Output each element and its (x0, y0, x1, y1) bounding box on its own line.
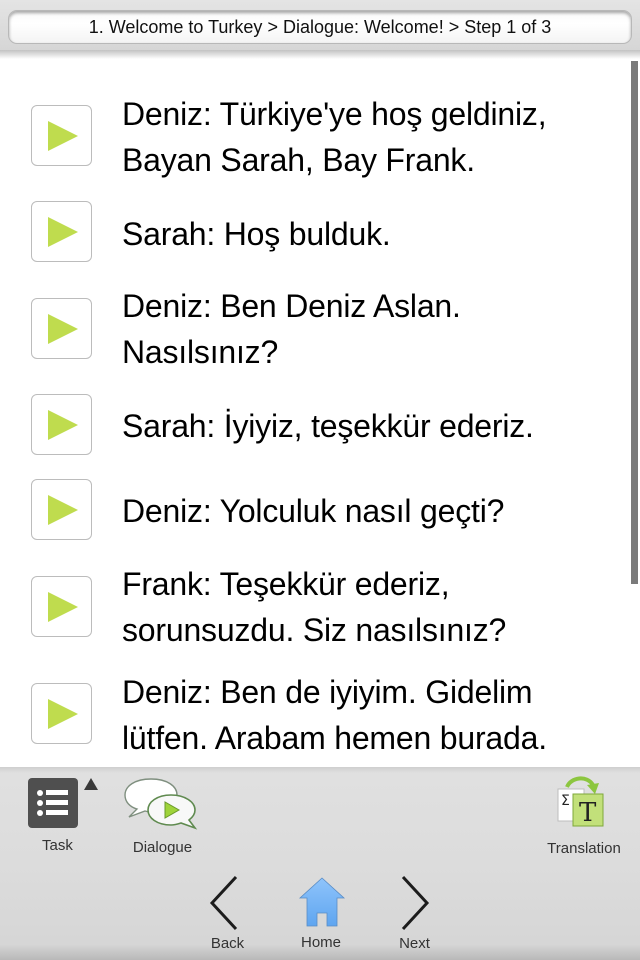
svg-text:Σ: Σ (561, 793, 570, 809)
caret-up-icon (84, 778, 98, 790)
play-button[interactable] (31, 576, 92, 637)
play-icon (48, 410, 78, 440)
play-button[interactable] (31, 105, 92, 166)
dialogue-text: Deniz: Yolculuk nasıl geçti? (122, 493, 505, 529)
chevron-left-icon (209, 875, 238, 931)
task-label: Task (42, 837, 73, 854)
dialogue-text: Deniz: Ben de iyiyim. Gidelim lütfen. Ar… (122, 674, 547, 756)
dialogue-bubbles-icon (124, 778, 198, 830)
dialogue-label: Dialogue (132, 839, 193, 856)
play-button[interactable] (31, 683, 92, 744)
play-icon (48, 495, 78, 525)
dialogue-list[interactable]: Deniz: Türkiye'ye hoş geldiniz, Bayan Sa… (0, 59, 640, 767)
next-label: Next (399, 935, 430, 952)
home-button[interactable]: Home (290, 867, 352, 957)
dialogue-text: Sarah: Hoş bulduk. (122, 216, 391, 252)
header-shadow (0, 50, 640, 59)
task-button[interactable]: Task (0, 767, 110, 862)
breadcrumb: 1. Welcome to Turkey > Dialogue: Welcome… (8, 10, 632, 44)
dialogue-text: Deniz: Ben Deniz Aslan. Nasılsınız? (122, 288, 461, 370)
play-button[interactable] (31, 298, 92, 359)
next-button[interactable]: Next (382, 867, 447, 957)
play-button[interactable] (31, 201, 92, 262)
translation-button[interactable]: Σ T Translation (535, 767, 635, 862)
translation-label: Translation (547, 840, 621, 857)
chevron-right-icon (401, 875, 430, 931)
dialogue-text: Sarah: İyiyiz, teşekkür ederiz. (122, 408, 534, 444)
header-bar: 1. Welcome to Turkey > Dialogue: Welcome… (0, 0, 640, 50)
play-icon (48, 121, 78, 151)
play-icon (48, 217, 78, 247)
home-label: Home (300, 934, 341, 951)
play-button[interactable] (31, 479, 92, 540)
play-icon (48, 314, 78, 344)
back-label: Back (210, 935, 245, 952)
dialogue-text: Deniz: Türkiye'ye hoş geldiniz, Bayan Sa… (122, 96, 547, 178)
dialogue-button[interactable]: Dialogue (115, 767, 210, 862)
task-list-icon (28, 778, 78, 828)
play-icon (48, 592, 78, 622)
home-icon (298, 877, 346, 927)
scrollbar[interactable] (631, 61, 638, 584)
bottom-toolbar: Task Dialogue Σ T Translation Back Home … (0, 767, 640, 960)
play-icon (48, 699, 78, 729)
back-button[interactable]: Back (195, 867, 260, 957)
play-button[interactable] (31, 394, 92, 455)
dialogue-text: Frank: Teşekkür ederiz, sorunsuzdu. Siz … (122, 566, 507, 648)
svg-text:T: T (579, 798, 597, 828)
translation-icon: Σ T (557, 776, 604, 828)
